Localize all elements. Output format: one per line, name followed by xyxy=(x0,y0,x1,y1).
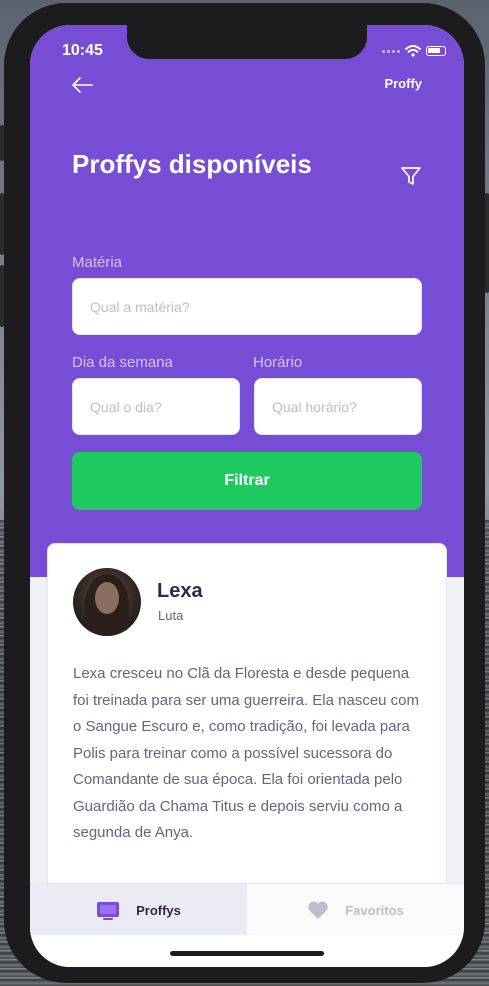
phone-frame: 10:45 Proffy Proffys disponíveis Matéria… xyxy=(0,3,489,983)
tab-favoritos[interactable]: Favoritos xyxy=(247,884,464,936)
subject-label: Matéria xyxy=(72,254,123,271)
weekday-input[interactable]: Qual o dia? xyxy=(72,378,240,435)
filter-icon[interactable] xyxy=(400,165,422,187)
back-arrow-icon[interactable] xyxy=(70,75,94,95)
signal-icon xyxy=(382,49,400,53)
mute-switch xyxy=(0,125,4,161)
page-header: 10:45 Proffy Proffys disponíveis Matéria… xyxy=(30,25,464,577)
avatar xyxy=(73,568,141,636)
power-button xyxy=(485,193,489,293)
tab-favoritos-label: Favoritos xyxy=(345,902,404,918)
subject-input[interactable]: Qual a matéria? xyxy=(72,278,422,335)
teacher-name: Lexa xyxy=(157,580,203,602)
status-time: 10:45 xyxy=(62,42,103,59)
home-indicator[interactable] xyxy=(170,951,324,956)
tv-icon xyxy=(97,902,120,920)
weekday-label: Dia da semana xyxy=(72,354,173,371)
volume-down-button xyxy=(0,265,4,327)
brand-logo: Proffy xyxy=(384,76,422,91)
volume-up-button xyxy=(0,193,4,255)
notch xyxy=(127,25,367,59)
teacher-bio: Lexa cresceu no Clã da Floresta e desde … xyxy=(73,665,420,841)
tab-proffys[interactable]: Proffys xyxy=(30,884,247,936)
tab-bar: Proffys Favoritos xyxy=(30,883,464,936)
app-screen: 10:45 Proffy Proffys disponíveis Matéria… xyxy=(30,25,464,967)
time-input[interactable]: Qual horário? xyxy=(254,378,422,435)
filter-button[interactable]: Filtrar xyxy=(72,452,422,510)
time-label: Horário xyxy=(253,354,303,371)
heart-icon xyxy=(308,901,328,919)
wifi-icon xyxy=(405,45,421,57)
page-title: Proffys disponíveis xyxy=(72,149,312,179)
tab-proffys-label: Proffys xyxy=(136,902,181,918)
status-icons xyxy=(382,45,446,57)
battery-icon xyxy=(426,46,446,56)
teacher-subject: Luta xyxy=(158,608,184,623)
